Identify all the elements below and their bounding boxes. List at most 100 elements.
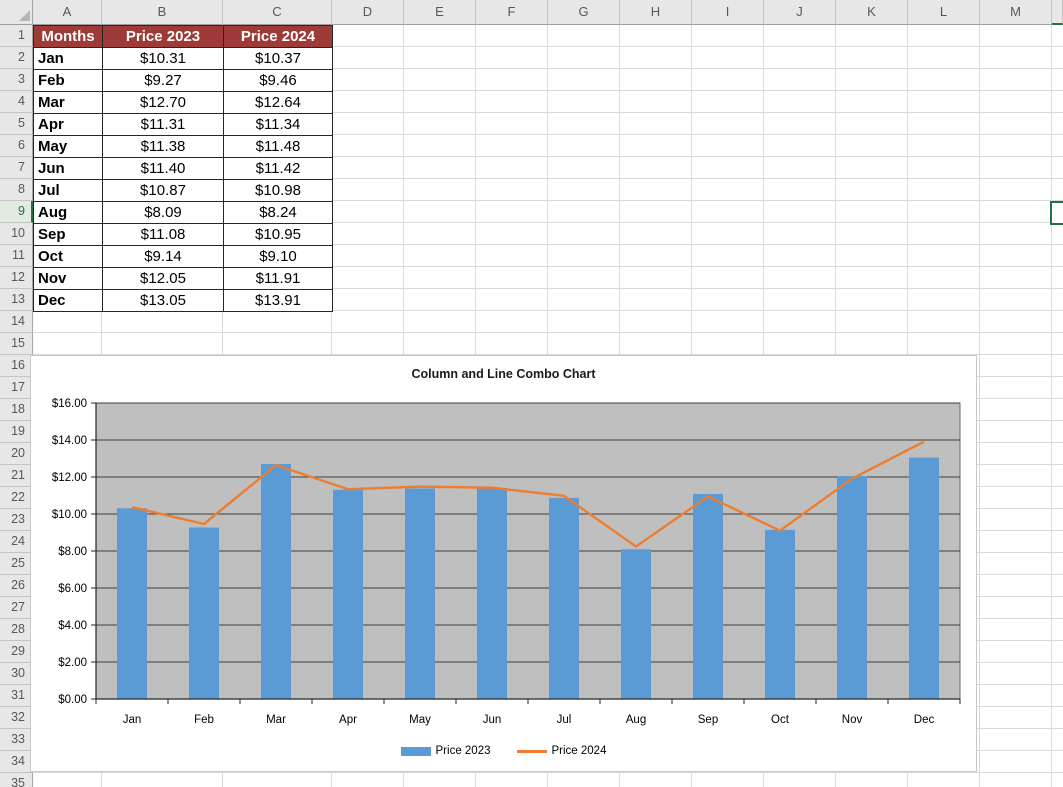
row-header-25[interactable]: 25	[0, 553, 33, 575]
row-header-16[interactable]: 16	[0, 355, 33, 377]
cell-A5[interactable]: Apr	[34, 114, 103, 136]
cell-A11[interactable]: Oct	[34, 246, 103, 268]
cell-A4[interactable]: Mar	[34, 92, 103, 114]
bar-Sep[interactable]	[693, 494, 723, 699]
bar-Nov[interactable]	[837, 476, 867, 699]
cell-B7[interactable]: $11.40	[103, 158, 224, 180]
cell-B13[interactable]: $13.05	[103, 290, 224, 312]
row-header-21[interactable]: 21	[0, 465, 33, 487]
row-header-8[interactable]: 8	[0, 179, 33, 201]
column-header-F[interactable]: F	[476, 0, 548, 25]
legend-item-price-2023[interactable]: Price 2023	[401, 745, 491, 757]
cell-B4[interactable]: $12.70	[103, 92, 224, 114]
row-header-23[interactable]: 23	[0, 509, 33, 531]
row-header-14[interactable]: 14	[0, 311, 33, 333]
cell-B6[interactable]: $11.38	[103, 136, 224, 158]
cell-C7[interactable]: $11.42	[224, 158, 333, 180]
row-header-27[interactable]: 27	[0, 597, 33, 619]
row-header-18[interactable]: 18	[0, 399, 33, 421]
row-header-7[interactable]: 7	[0, 157, 33, 179]
row-header-9[interactable]: 9	[0, 201, 33, 223]
row-header-26[interactable]: 26	[0, 575, 33, 597]
cell-C4[interactable]: $12.64	[224, 92, 333, 114]
cell-B10[interactable]: $11.08	[103, 224, 224, 246]
bar-Feb[interactable]	[189, 528, 219, 699]
cell-A6[interactable]: May	[34, 136, 103, 158]
bar-Dec[interactable]	[909, 458, 939, 699]
column-header-J[interactable]: J	[764, 0, 836, 25]
row-header-28[interactable]: 28	[0, 619, 33, 641]
column-header-N[interactable]	[1052, 0, 1063, 25]
legend-item-price-2024[interactable]: Price 2024	[517, 745, 607, 757]
row-header-13[interactable]: 13	[0, 289, 33, 311]
bar-Mar[interactable]	[261, 464, 291, 699]
cell-C9[interactable]: $8.24	[224, 202, 333, 224]
column-header-A[interactable]: A	[33, 0, 102, 25]
column-header-D[interactable]: D	[332, 0, 404, 25]
row-header-17[interactable]: 17	[0, 377, 33, 399]
row-header-24[interactable]: 24	[0, 531, 33, 553]
cell-B8[interactable]: $10.87	[103, 180, 224, 202]
row-header-11[interactable]: 11	[0, 245, 33, 267]
cell-A8[interactable]: Jul	[34, 180, 103, 202]
row-header-5[interactable]: 5	[0, 113, 33, 135]
column-header-B[interactable]: B	[102, 0, 223, 25]
cell-B5[interactable]: $11.31	[103, 114, 224, 136]
row-header-35[interactable]: 35	[0, 773, 33, 787]
cell-C13[interactable]: $13.91	[224, 290, 333, 312]
bar-Jun[interactable]	[477, 488, 507, 699]
row-header-4[interactable]: 4	[0, 91, 33, 113]
cell-C2[interactable]: $10.37	[224, 48, 333, 70]
row-header-31[interactable]: 31	[0, 685, 33, 707]
cell-A10[interactable]: Sep	[34, 224, 103, 246]
chart[interactable]: Column and Line Combo Chart $0.00$2.00$4…	[30, 355, 977, 772]
column-header-L[interactable]: L	[908, 0, 980, 25]
cell-A12[interactable]: Nov	[34, 268, 103, 290]
column-header-K[interactable]: K	[836, 0, 908, 25]
column-header-I[interactable]: I	[692, 0, 764, 25]
cell-A7[interactable]: Jun	[34, 158, 103, 180]
row-header-12[interactable]: 12	[0, 267, 33, 289]
bar-Jan[interactable]	[117, 508, 147, 699]
bar-May[interactable]	[405, 488, 435, 699]
bar-Jul[interactable]	[549, 498, 579, 699]
row-header-3[interactable]: 3	[0, 69, 33, 91]
row-header-19[interactable]: 19	[0, 421, 33, 443]
row-header-33[interactable]: 33	[0, 729, 33, 751]
row-header-20[interactable]: 20	[0, 443, 33, 465]
column-header-E[interactable]: E	[404, 0, 476, 25]
cell-B9[interactable]: $8.09	[103, 202, 224, 224]
row-header-30[interactable]: 30	[0, 663, 33, 685]
cell-C11[interactable]: $9.10	[224, 246, 333, 268]
row-header-6[interactable]: 6	[0, 135, 33, 157]
row-header-34[interactable]: 34	[0, 751, 33, 773]
column-header-M[interactable]: M	[980, 0, 1052, 25]
cell-B1[interactable]: Price 2023	[103, 26, 224, 48]
row-header-1[interactable]: 1	[0, 25, 33, 47]
active-cell[interactable]	[1050, 201, 1063, 225]
cell-A3[interactable]: Feb	[34, 70, 103, 92]
cell-C12[interactable]: $11.91	[224, 268, 333, 290]
row-header-15[interactable]: 15	[0, 333, 33, 355]
cell-C8[interactable]: $10.98	[224, 180, 333, 202]
cell-B12[interactable]: $12.05	[103, 268, 224, 290]
cell-C10[interactable]: $10.95	[224, 224, 333, 246]
cell-C6[interactable]: $11.48	[224, 136, 333, 158]
row-header-29[interactable]: 29	[0, 641, 33, 663]
cell-B11[interactable]: $9.14	[103, 246, 224, 268]
cell-C1[interactable]: Price 2024	[224, 26, 333, 48]
cell-A1[interactable]: Months	[34, 26, 103, 48]
cell-C3[interactable]: $9.46	[224, 70, 333, 92]
row-header-2[interactable]: 2	[0, 47, 33, 69]
cell-A2[interactable]: Jan	[34, 48, 103, 70]
bar-Oct[interactable]	[765, 530, 795, 699]
cell-B3[interactable]: $9.27	[103, 70, 224, 92]
column-header-C[interactable]: C	[223, 0, 332, 25]
bar-Aug[interactable]	[621, 549, 651, 699]
cell-A13[interactable]: Dec	[34, 290, 103, 312]
bar-Apr[interactable]	[333, 490, 363, 699]
column-header-G[interactable]: G	[548, 0, 620, 25]
row-header-32[interactable]: 32	[0, 707, 33, 729]
cell-A9[interactable]: Aug	[34, 202, 103, 224]
select-all-button[interactable]	[0, 0, 33, 25]
